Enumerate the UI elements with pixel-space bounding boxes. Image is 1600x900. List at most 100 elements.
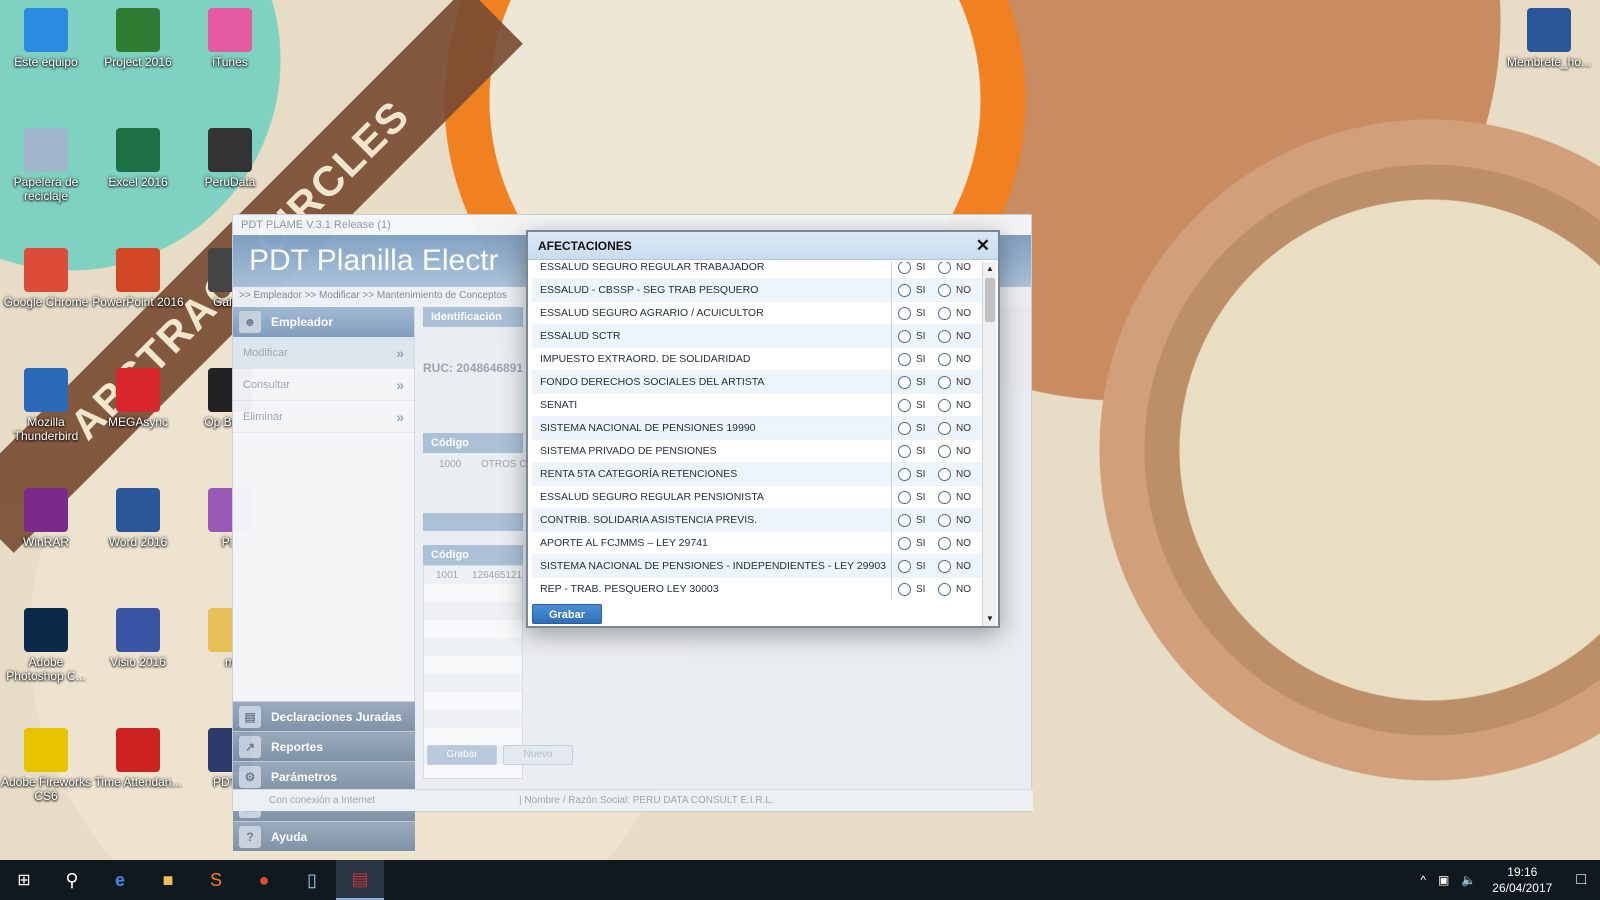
radio-button[interactable] [938,536,951,550]
taskbar-edge[interactable]: e [96,860,144,900]
desktop-icon[interactable]: iTunes [184,8,276,69]
radio-button[interactable] [898,582,911,596]
search-button[interactable]: ⚲ [48,860,96,900]
radio-button[interactable] [898,306,911,320]
radio-button[interactable] [938,582,951,596]
radio-no[interactable]: NO [932,283,972,297]
desktop-icon[interactable]: Word 2016 [92,488,184,549]
radio-button[interactable] [898,329,911,343]
radio-button[interactable] [938,513,951,527]
taskbar-chrome[interactable]: ● [240,860,288,900]
nav-declaraciones-juradas[interactable]: ▤ Declaraciones Juradas [233,701,415,731]
radio-si[interactable]: SI [892,536,932,550]
radio-button[interactable] [898,536,911,550]
taskbar-sublime[interactable]: S [192,860,240,900]
taskbar-file-explorer[interactable]: ■ [144,860,192,900]
radio-button[interactable] [938,352,951,366]
scrollbar-thumb[interactable] [985,278,995,322]
radio-button[interactable] [938,398,951,412]
radio-si[interactable]: SI [892,283,932,297]
radio-button[interactable] [938,421,951,435]
radio-button[interactable] [938,490,951,504]
desktop-icon[interactable]: Adobe Fireworks CS6 [0,728,92,803]
app-grabar-button[interactable]: Grabar [427,745,497,765]
desktop-icon[interactable]: Papelera de reciclaje [0,128,92,203]
radio-button[interactable] [898,513,911,527]
radio-button[interactable] [898,444,911,458]
vertical-scrollbar[interactable]: ▲ ▼ [982,262,996,626]
afectaciones-dialog[interactable]: AFECTACIONES ✕ ESSALUD SEGURO REGULAR TR… [526,230,1000,628]
radio-button[interactable] [898,467,911,481]
desktop-icon[interactable]: Visio 2016 [92,608,184,669]
radio-no[interactable]: NO [932,536,972,550]
desktop-icon[interactable]: Excel 2016 [92,128,184,189]
radio-button[interactable] [938,329,951,343]
radio-button[interactable] [898,375,911,389]
desktop-icon[interactable]: Time Attendan... [92,728,184,789]
desktop-icon[interactable]: Adobe Photoshop C... [0,608,92,683]
desktop-icon[interactable]: Este equipo [0,8,92,69]
close-icon[interactable]: ✕ [976,232,990,260]
radio-si[interactable]: SI [892,262,932,274]
radio-no[interactable]: NO [932,559,972,573]
desktop-icon[interactable]: Membrete_ho... [1503,8,1595,69]
radio-no[interactable]: NO [932,398,972,412]
clock[interactable]: 19:16 26/04/2017 [1482,864,1562,896]
desktop-icon[interactable]: Mozilla Thunderbird [0,368,92,443]
radio-button[interactable] [898,559,911,573]
radio-si[interactable]: SI [892,421,932,435]
notifications-icon[interactable]: □ [1562,871,1600,889]
radio-button[interactable] [898,352,911,366]
radio-no[interactable]: NO [932,444,972,458]
radio-no[interactable]: NO [932,421,972,435]
sidebar-header-empleador[interactable]: ☻ Empleador [233,307,414,337]
radio-no[interactable]: NO [932,375,972,389]
radio-si[interactable]: SI [892,513,932,527]
radio-button[interactable] [938,375,951,389]
grabar-button[interactable]: Grabar [532,604,602,624]
radio-si[interactable]: SI [892,329,932,343]
radio-button[interactable] [938,467,951,481]
radio-button[interactable] [938,283,951,297]
radio-button[interactable] [898,262,911,274]
radio-no[interactable]: NO [932,513,972,527]
nav-ayuda[interactable]: ? Ayuda [233,821,415,851]
radio-no[interactable]: NO [932,582,972,596]
identificacion-tab[interactable]: Identificación [423,307,523,327]
sidebar-item-consultar[interactable]: Consultar » [233,369,414,401]
volume-icon[interactable]: 🔈 [1455,873,1482,887]
nav-parametros[interactable]: ⚙ Parámetros [233,761,415,791]
sidebar-item-modificar[interactable]: Modificar » [233,337,414,369]
radio-button[interactable] [938,559,951,573]
radio-button[interactable] [898,283,911,297]
radio-si[interactable]: SI [892,352,932,366]
radio-button[interactable] [898,398,911,412]
radio-no[interactable]: NO [932,329,972,343]
radio-no[interactable]: NO [932,306,972,320]
radio-button[interactable] [938,306,951,320]
radio-si[interactable]: SI [892,375,932,389]
network-icon[interactable]: ▣ [1432,873,1455,887]
scroll-up-icon[interactable]: ▲ [983,262,997,276]
scroll-down-icon[interactable]: ▼ [983,612,997,626]
nav-reportes[interactable]: ↗ Reportes [233,731,415,761]
radio-no[interactable]: NO [932,467,972,481]
radio-no[interactable]: NO [932,352,972,366]
taskbar-pdt[interactable]: ▤ [336,860,384,900]
radio-button[interactable] [938,262,951,274]
chevron-up-icon[interactable]: ^ [1414,873,1432,887]
radio-si[interactable]: SI [892,306,932,320]
desktop-icon[interactable]: Google Chrome [0,248,92,309]
radio-button[interactable] [898,421,911,435]
radio-si[interactable]: SI [892,444,932,458]
start-button[interactable]: ⊞ [0,860,48,900]
desktop-icon[interactable]: PowerPoint 2016 [92,248,184,309]
desktop-icon[interactable]: PeruData [184,128,276,189]
radio-button[interactable] [938,444,951,458]
sidebar-item-eliminar[interactable]: Eliminar » [233,401,414,433]
radio-button[interactable] [898,490,911,504]
radio-si[interactable]: SI [892,467,932,481]
desktop-icon[interactable]: MEGAsync [92,368,184,429]
desktop-icon[interactable]: Project 2016 [92,8,184,69]
radio-si[interactable]: SI [892,582,932,596]
